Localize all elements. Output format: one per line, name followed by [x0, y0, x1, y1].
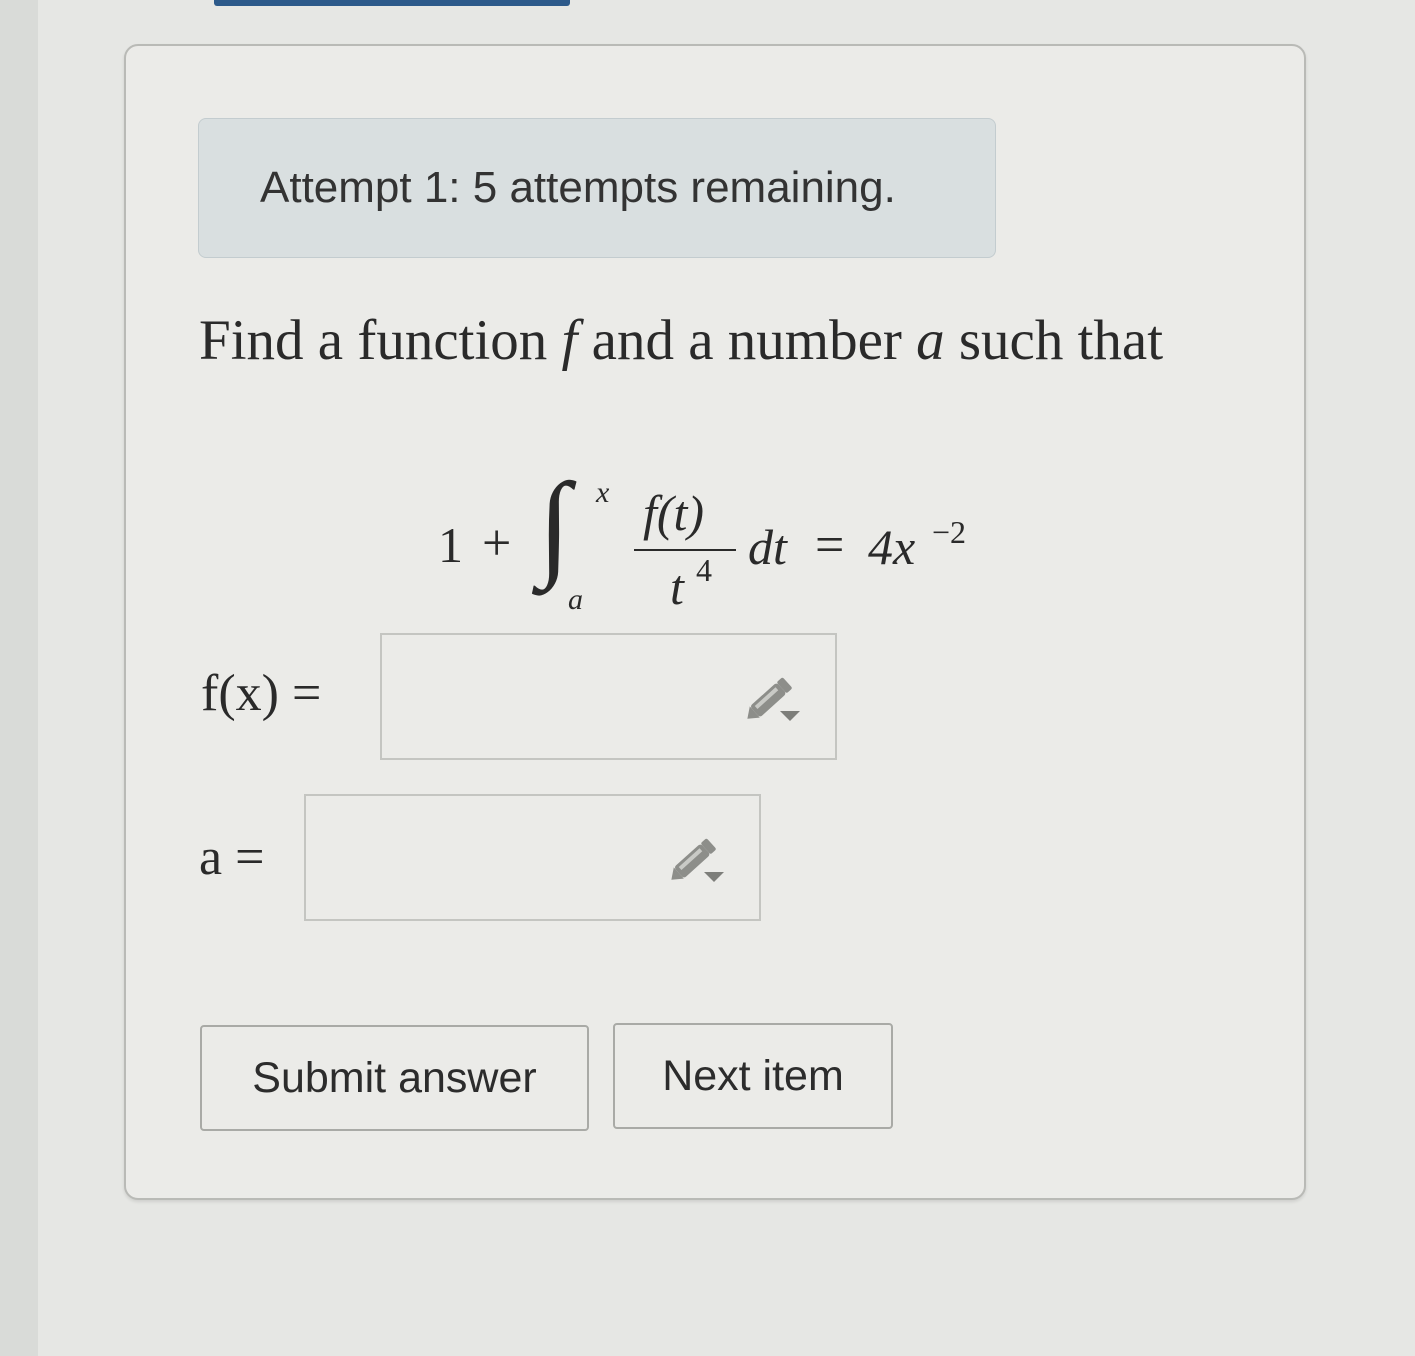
prompt-var-f: f: [561, 309, 578, 372]
a-answer-field[interactable]: [304, 794, 761, 921]
eq-constant-one: 1: [438, 517, 463, 573]
question-prompt: Find a function f and a number a such th…: [199, 308, 1163, 373]
a-answer-label: a =: [199, 829, 265, 886]
top-nav-tab-indicator[interactable]: [214, 0, 570, 6]
fraction-numerator: f(t): [643, 485, 705, 541]
fraction-denominator-exponent: 4: [696, 552, 712, 588]
eq-rhs-exponent: −2: [932, 514, 967, 550]
prompt-text-1: Find a function: [199, 309, 562, 372]
prompt-text-2: and a number: [577, 309, 917, 372]
next-item-button[interactable]: Next item: [613, 1023, 893, 1129]
question-card: Attempt 1: 5 attempts remaining. Find a …: [124, 44, 1306, 1200]
eq-differential: dt: [748, 519, 787, 575]
pencil-dropdown-icon[interactable]: [744, 671, 808, 731]
attempt-text: Attempt 1: 5 attempts remaining.: [260, 163, 896, 212]
integral-lower-limit: a: [568, 583, 583, 616]
pencil-dropdown-icon[interactable]: [668, 832, 732, 892]
f-answer-label: f(x) =: [201, 665, 322, 722]
left-margin-strip: [0, 0, 38, 1356]
integral-upper-limit: x: [596, 476, 610, 509]
fraction-bar: [634, 549, 736, 551]
attempt-banner: Attempt 1: 5 attempts remaining.: [198, 118, 996, 258]
integral-equation: 1 + ∫ x a f(t) t 4 dt = 4x −2: [438, 436, 998, 636]
eq-plus-sign: +: [482, 515, 512, 572]
eq-rhs-term: 4x: [868, 519, 916, 575]
integral-sign: ∫: [538, 459, 571, 590]
f-answer-field[interactable]: [380, 633, 837, 760]
submit-answer-button[interactable]: Submit answer: [200, 1025, 589, 1131]
eq-equals-sign: =: [815, 517, 845, 574]
prompt-text-3: such that: [944, 309, 1164, 372]
fraction-denominator-base: t: [670, 559, 684, 615]
prompt-var-a: a: [916, 309, 945, 372]
